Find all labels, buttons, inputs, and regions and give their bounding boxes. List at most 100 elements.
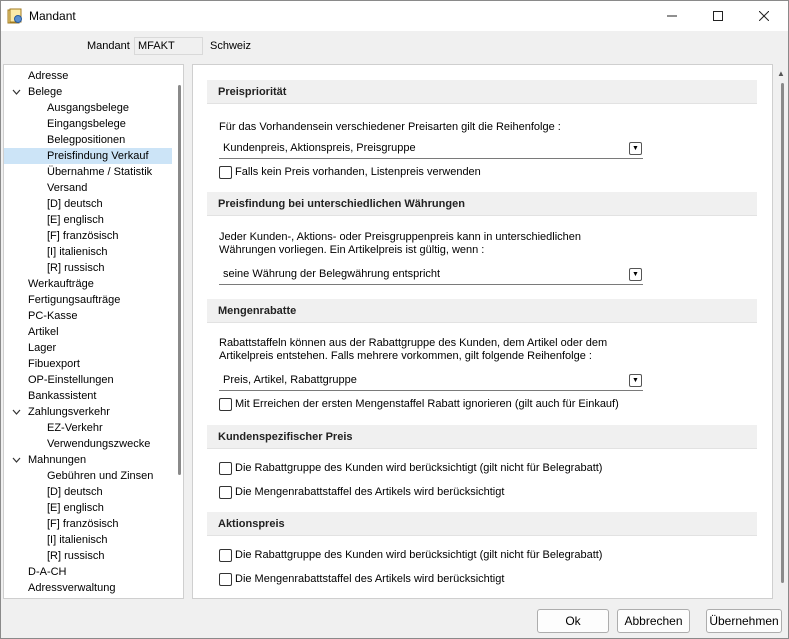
tree-item[interactable]: Werkaufträge	[4, 276, 172, 292]
tree-item[interactable]: [I] italienisch	[4, 244, 172, 260]
aktion-mengenrabatt-label: Die Mengenrabattstaffel des Artikels wir…	[235, 573, 505, 585]
tree-item[interactable]: Bankassistent	[4, 388, 172, 404]
tree-item-label: [F] französisch	[47, 230, 119, 242]
tree-item[interactable]: Versand	[4, 180, 172, 196]
listenpreis-checkbox[interactable]	[219, 165, 232, 179]
tree-item-label: [E] englisch	[47, 214, 104, 226]
chevron-down-icon[interactable]: ▼	[629, 142, 642, 155]
aktion-rabattgruppe-checkbox[interactable]	[219, 548, 232, 562]
tree-item[interactable]: Extra Felder	[4, 596, 172, 598]
mengenstaffel-checkbox[interactable]	[219, 397, 232, 411]
tree-scrollbar[interactable]	[178, 85, 181, 475]
chevron-down-icon[interactable]: ▼	[629, 268, 642, 281]
tree-item[interactable]: OP-Einstellungen	[4, 372, 172, 388]
waehrung-description-line1: Jeder Kunden-, Aktions- oder Preisgruppe…	[219, 231, 581, 243]
mandant-name: Schweiz	[210, 40, 251, 52]
aktion-mengenrabatt-row[interactable]: Die Mengenrabattstaffel des Artikels wir…	[219, 572, 504, 586]
ok-button[interactable]: Ok	[537, 609, 609, 633]
tree-item[interactable]: [R] russisch	[4, 548, 172, 564]
tree-item[interactable]: Ausgangsbelege	[4, 100, 172, 116]
tree-item[interactable]: D-A-CH	[4, 564, 172, 580]
chevron-down-icon[interactable]: ▼	[629, 374, 642, 387]
tree-item[interactable]: Fibuexport	[4, 356, 172, 372]
tree-item[interactable]: [R] russisch	[4, 260, 172, 276]
chevron-down-icon[interactable]	[10, 84, 22, 100]
tree-item-label: Versand	[47, 182, 88, 194]
tree-item[interactable]: [D] deutsch	[4, 196, 172, 212]
tree-item[interactable]: Zahlungsverkehr	[4, 404, 172, 420]
kunde-mengenrabatt-checkbox[interactable]	[219, 485, 232, 499]
tree-item[interactable]: Lager	[4, 340, 172, 356]
kunde-rabattgruppe-checkbox[interactable]	[219, 461, 232, 475]
title-bar: Mandant	[1, 1, 788, 31]
kunde-mengenrabatt-label: Die Mengenrabattstaffel des Artikels wir…	[235, 486, 505, 498]
apply-button[interactable]: Übernehmen	[706, 609, 782, 633]
tree-item[interactable]: [F] französisch	[4, 516, 172, 532]
tree-item[interactable]: Belege	[4, 84, 172, 100]
menge-order-value: Preis, Artikel, Rabattgruppe	[223, 374, 357, 386]
tree-item[interactable]: Verwendungszwecke	[4, 436, 172, 452]
chevron-down-icon[interactable]	[10, 452, 22, 468]
kunde-mengenrabatt-row[interactable]: Die Mengenrabattstaffel des Artikels wir…	[219, 485, 504, 499]
tree-item-label: Adresse	[28, 70, 69, 82]
tree-item-label: Lager	[28, 342, 57, 354]
prio-order-select[interactable]: Kundenpreis, Aktionspreis, Preisgruppe ▼	[219, 139, 643, 159]
tree-item[interactable]: Belegpositionen	[4, 132, 172, 148]
aktion-rabattgruppe-row[interactable]: Die Rabattgruppe des Kunden wird berücks…	[219, 548, 602, 562]
tree-item[interactable]: [I] italienisch	[4, 532, 172, 548]
maximize-button[interactable]	[695, 1, 741, 31]
settings-panel: Preispriorität Für das Vorhandensein ver…	[192, 64, 773, 599]
menge-order-select[interactable]: Preis, Artikel, Rabattgruppe ▼	[219, 371, 643, 391]
menge-description-line2: Artikelpreis entstehen. Falls mehrere vo…	[219, 350, 592, 362]
tree-item[interactable]: Adressverwaltung	[4, 580, 172, 596]
tree-item[interactable]: Fertigungsaufträge	[4, 292, 172, 308]
tree-item[interactable]: [D] deutsch	[4, 484, 172, 500]
chevron-down-icon[interactable]	[10, 404, 22, 420]
tree-item[interactable]: Eingangsbelege	[4, 116, 172, 132]
tree-item[interactable]: Mahnungen	[4, 452, 172, 468]
settings-tree[interactable]: Adresse Belege Ausgangsbelege Eingangsbeleg…	[3, 64, 184, 599]
tree-item-label: Zahlungsverkehr	[28, 406, 110, 418]
tree-item[interactable]: PC-Kasse	[4, 308, 172, 324]
panel-scrollbar[interactable]	[781, 83, 784, 583]
waehrung-select[interactable]: seine Währung der Belegwährung entsprich…	[219, 265, 643, 285]
tree-item-label: OP-Einstellungen	[28, 374, 114, 386]
tree-item[interactable]: [E] englisch	[4, 212, 172, 228]
tree-item[interactable]: Gebühren und Zinsen	[4, 468, 172, 484]
tree-item[interactable]: Adresse	[4, 68, 172, 84]
tree-item-label: Fertigungsaufträge	[28, 294, 121, 306]
tree-item[interactable]: Preisfindung Verkauf	[4, 148, 172, 164]
tree-item-label: [I] italienisch	[47, 246, 108, 258]
tree-item[interactable]: Übernahme / Statistik	[4, 164, 172, 180]
aktion-mengenrabatt-checkbox[interactable]	[219, 572, 232, 586]
tree-item[interactable]: Artikel	[4, 324, 172, 340]
tree-item-label: Mahnungen	[28, 454, 87, 466]
tree-item[interactable]: EZ-Verkehr	[4, 420, 172, 436]
tree-item-label: Preisfindung Verkauf	[47, 150, 149, 162]
mengenstaffel-checkbox-row[interactable]: Mit Erreichen der ersten Mengenstaffel R…	[219, 397, 619, 411]
tree-item-label: Adressverwaltung	[28, 582, 116, 594]
minimize-button[interactable]	[649, 1, 695, 31]
tree-item[interactable]: [E] englisch	[4, 500, 172, 516]
tree-item-label: Werkaufträge	[28, 278, 94, 290]
cancel-button[interactable]: Abbrechen	[617, 609, 690, 633]
tree-item-label: Verwendungszwecke	[47, 438, 151, 450]
aktion-rabattgruppe-label: Die Rabattgruppe des Kunden wird berücks…	[235, 549, 603, 561]
kunde-rabattgruppe-row[interactable]: Die Rabattgruppe des Kunden wird berücks…	[219, 461, 602, 475]
section-header-preisprioritaet: Preispriorität	[207, 80, 757, 104]
scroll-up-arrow-icon[interactable]: ▲	[777, 69, 785, 78]
mandant-code-field: MFAKT	[134, 37, 203, 55]
tree-item-label: Belegpositionen	[47, 134, 126, 146]
app-icon	[7, 8, 22, 24]
tree-item-label: [I] italienisch	[47, 534, 108, 546]
tree-item[interactable]: [F] französisch	[4, 228, 172, 244]
tree-item-label: [R] russisch	[47, 550, 105, 562]
menge-description-line1: Rabattstaffeln können aus der Rabattgrup…	[219, 337, 608, 349]
tree-item-label: [R] russisch	[47, 262, 105, 274]
tree-item-label: Übernahme / Statistik	[47, 166, 153, 178]
mandant-window: Mandant Mandant MFAKT Schweiz Adresse Bel…	[0, 0, 789, 639]
tree-item-label: [E] englisch	[47, 502, 104, 514]
listenpreis-checkbox-row[interactable]: Falls kein Preis vorhanden, Listenpreis …	[219, 165, 481, 179]
mandant-row: Mandant MFAKT Schweiz	[1, 37, 788, 57]
close-button[interactable]	[741, 1, 787, 31]
